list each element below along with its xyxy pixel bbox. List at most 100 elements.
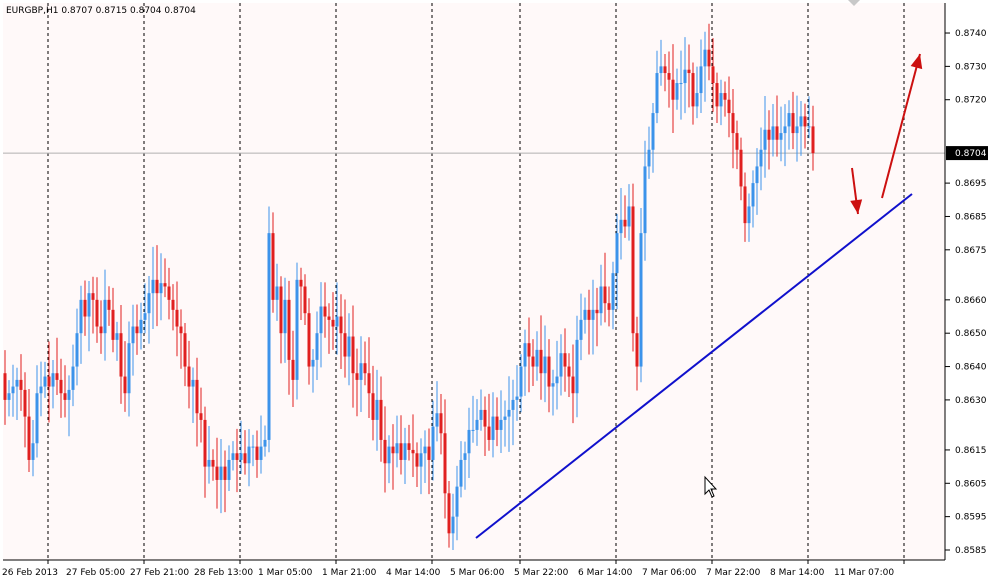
candle-body bbox=[475, 419, 479, 430]
time-tick-label: 27 Feb 21:00 bbox=[130, 568, 189, 578]
candle bbox=[639, 207, 643, 383]
candle-body bbox=[559, 353, 563, 377]
time-tick-label: 5 Mar 06:00 bbox=[450, 568, 505, 578]
candle-body bbox=[239, 453, 243, 460]
candle bbox=[295, 262, 299, 400]
candle-body bbox=[459, 459, 463, 487]
chart-window[interactable]: 0.8740 0.8730 0.8720 0.8704 0.8695 0.8685 0.86… bbox=[0, 0, 993, 582]
price-tick-label: 0.8640 bbox=[955, 363, 987, 373]
candle-body bbox=[247, 446, 251, 464]
candle-body bbox=[427, 446, 431, 460]
candle-body bbox=[411, 449, 415, 454]
candle-body bbox=[771, 126, 775, 140]
candle-body bbox=[27, 416, 31, 460]
time-tick-label: 11 Mar 07:00 bbox=[834, 568, 894, 578]
candle-body bbox=[255, 446, 259, 460]
candle-body bbox=[547, 356, 551, 387]
candle-body bbox=[47, 376, 51, 387]
candle-body bbox=[403, 443, 407, 460]
candle-body bbox=[735, 133, 739, 150]
candle-body bbox=[223, 466, 227, 480]
candle-body bbox=[191, 379, 195, 387]
candle-body bbox=[287, 299, 291, 360]
candle-body bbox=[491, 416, 495, 440]
candle-body bbox=[363, 363, 367, 374]
candle-body bbox=[163, 283, 167, 287]
candle-body bbox=[579, 319, 583, 340]
candle-body bbox=[635, 333, 639, 367]
candle-body bbox=[15, 379, 19, 387]
candle-body bbox=[75, 333, 79, 367]
candle-body bbox=[39, 386, 43, 394]
candle-body bbox=[319, 306, 323, 334]
symbol-info: EURGBP,H1 0.8707 0.8715 0.8704 0.8704 bbox=[6, 6, 196, 16]
candle-body bbox=[207, 459, 211, 467]
candle-body bbox=[527, 343, 531, 357]
candle-body bbox=[743, 186, 747, 224]
candle-body bbox=[695, 93, 699, 107]
price-tick-label: 0.8660 bbox=[955, 296, 987, 306]
candle-body bbox=[663, 66, 667, 74]
candle-body bbox=[503, 416, 507, 420]
candle-body bbox=[43, 376, 47, 387]
candle-body bbox=[543, 356, 547, 374]
candle-body bbox=[331, 319, 335, 327]
candle-body bbox=[299, 279, 303, 287]
candle-body bbox=[571, 376, 575, 394]
candle-body bbox=[55, 373, 59, 380]
candle-body bbox=[587, 309, 591, 320]
candle-body bbox=[99, 326, 103, 334]
price-tick-label: 0.8585 bbox=[955, 546, 987, 556]
chart-canvas[interactable]: 0.8740 0.8730 0.8720 0.8704 0.8695 0.8685 0.86… bbox=[0, 0, 993, 582]
price-tick-label: 0.8720 bbox=[955, 96, 987, 106]
candle-body bbox=[455, 486, 459, 517]
candle-body bbox=[175, 309, 179, 327]
candle-body bbox=[323, 306, 327, 317]
candle-body bbox=[95, 299, 99, 327]
candle-body bbox=[243, 453, 247, 464]
price-tick-label: 0.8675 bbox=[955, 246, 987, 256]
candle-body bbox=[551, 383, 555, 387]
candle-body bbox=[451, 516, 455, 534]
candle-body bbox=[647, 149, 651, 167]
candle-body bbox=[627, 206, 631, 227]
candle-body bbox=[447, 493, 451, 534]
candle-body bbox=[519, 366, 523, 397]
candle-body bbox=[159, 283, 163, 294]
candle-body bbox=[295, 279, 299, 380]
candle-body bbox=[679, 83, 683, 85]
candle-body bbox=[19, 379, 23, 390]
candle-body bbox=[123, 376, 127, 394]
time-tick-label: 7 Mar 22:00 bbox=[706, 568, 761, 578]
candle-body bbox=[351, 336, 355, 374]
candle-body bbox=[151, 279, 155, 294]
candle-body bbox=[671, 79, 675, 100]
candle-body bbox=[607, 303, 611, 310]
candle-body bbox=[367, 373, 371, 394]
candle-body bbox=[143, 313, 147, 320]
candle-body bbox=[231, 453, 235, 460]
time-tick-label: 26 Feb 2013 bbox=[2, 568, 58, 578]
candle-body bbox=[811, 126, 815, 154]
candle-body bbox=[307, 313, 311, 367]
candle-body bbox=[683, 69, 687, 84]
candle-body bbox=[659, 66, 663, 74]
candle-body bbox=[423, 446, 427, 454]
candle-body bbox=[339, 316, 343, 334]
candle-body bbox=[495, 416, 499, 430]
candle-body bbox=[183, 333, 187, 367]
candle-body bbox=[575, 339, 579, 394]
candle-body bbox=[591, 309, 595, 320]
candle-body bbox=[707, 49, 711, 67]
candle-body bbox=[23, 389, 27, 417]
candle-body bbox=[515, 396, 519, 400]
price-tick-label: 0.8595 bbox=[955, 513, 987, 523]
candle-body bbox=[343, 333, 347, 357]
candle-body bbox=[719, 93, 723, 107]
candle-body bbox=[147, 293, 151, 314]
current-price-label: 0.8704 bbox=[955, 149, 987, 159]
candle-body bbox=[795, 126, 799, 134]
candle-body bbox=[67, 389, 71, 400]
candle-body bbox=[63, 393, 67, 400]
candle-body bbox=[595, 309, 599, 314]
